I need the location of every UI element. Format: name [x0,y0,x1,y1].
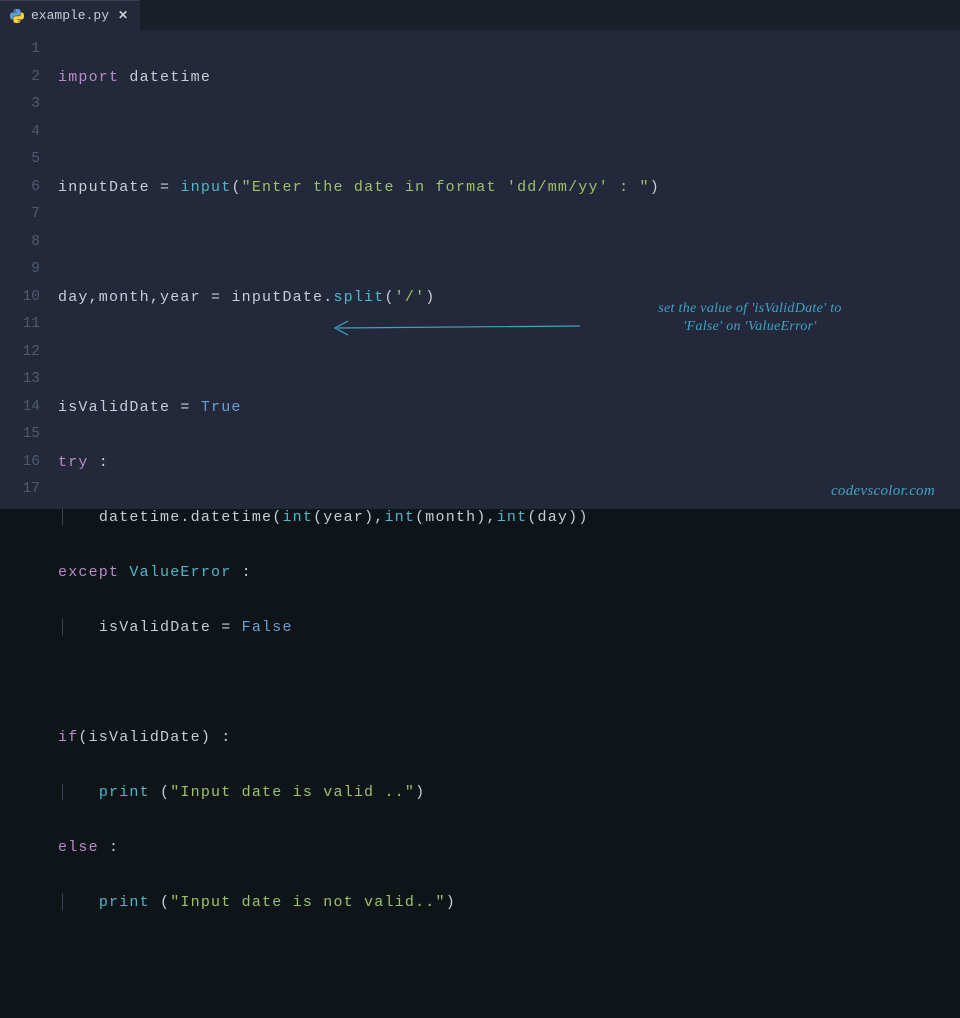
line-number-gutter: 1234567891011121314151617 [0,30,58,509]
line-number: 13 [0,366,40,394]
line-number: 14 [0,394,40,422]
code-line: day,month,year = inputDate.split('/') [58,284,660,312]
code-line: except ValueError : [58,559,660,587]
code-annotation: set the value of 'isValidDate' to 'False… [600,300,900,336]
code-line: import datetime [58,64,660,92]
code-line: else : [58,834,660,862]
code-line [58,339,660,367]
editor-tab[interactable]: example.py ✕ [0,0,140,30]
line-number: 7 [0,201,40,229]
code-line: isValidDate = True [58,394,660,422]
python-file-icon [10,9,24,23]
line-number: 10 [0,284,40,312]
annotation-text-line: 'False' on 'ValueError' [600,318,900,336]
code-line: inputDate = input("Enter the date in for… [58,174,660,202]
line-number: 16 [0,449,40,477]
line-number: 1 [0,36,40,64]
code-line [58,119,660,147]
line-number: 17 [0,476,40,504]
watermark-credit: codevscolor.com [831,482,935,502]
line-number: 8 [0,229,40,257]
line-number: 5 [0,146,40,174]
line-number: 6 [0,174,40,202]
code-line: try : [58,449,660,477]
line-number: 12 [0,339,40,367]
annotation-text-line: set the value of 'isValidDate' to [600,300,900,318]
code-editor[interactable]: 1234567891011121314151617 import datetim… [0,30,960,509]
line-number: 11 [0,311,40,339]
code-line [58,944,660,972]
code-line: │ datetime.datetime(int(year),int(month)… [58,504,660,532]
code-line: │ print ("Input date is valid ..") [58,779,660,807]
line-number: 9 [0,256,40,284]
code-line: │ print ("Input date is not valid..") [58,889,660,917]
line-number: 3 [0,91,40,119]
tab-bar: example.py ✕ [0,0,960,30]
tab-filename: example.py [31,8,109,23]
line-number: 4 [0,119,40,147]
code-line [58,669,660,697]
code-line: │ isValidDate = False [58,614,660,642]
code-line: if(isValidDate) : [58,724,660,752]
line-number: 15 [0,421,40,449]
code-line [58,229,660,257]
code-area[interactable]: import datetime inputDate = input("Enter… [58,30,660,509]
line-number: 2 [0,64,40,92]
close-icon[interactable]: ✕ [116,9,130,23]
